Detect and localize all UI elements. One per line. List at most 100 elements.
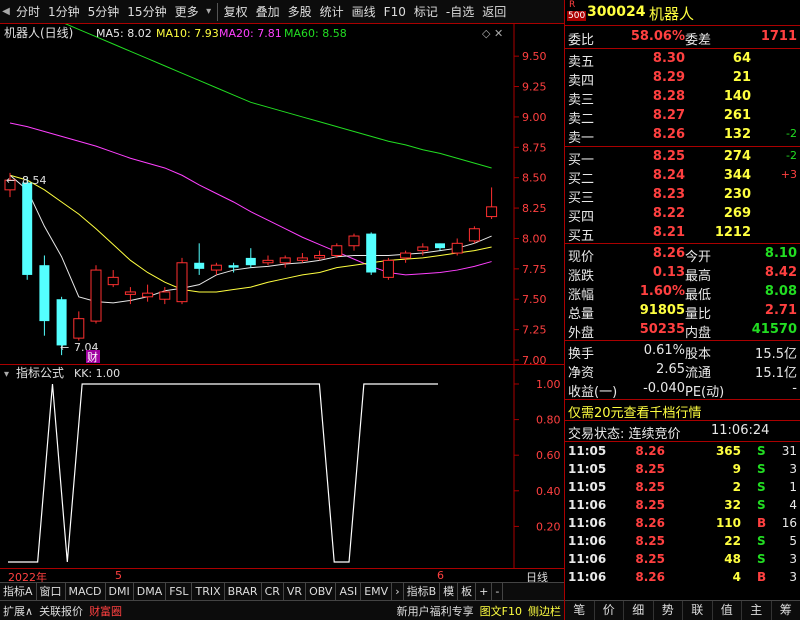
quote-tab-0[interactable]: 笔 bbox=[565, 601, 595, 620]
tab-trix[interactable]: TRIX bbox=[192, 582, 225, 601]
y-tick-label: 8.50 bbox=[522, 172, 547, 185]
more-caret-icon[interactable]: ▾ bbox=[203, 6, 215, 17]
ask-label: 卖五 bbox=[568, 55, 595, 70]
chart-nav-icons[interactable]: ◇ ✕ bbox=[482, 27, 503, 40]
tab-remove[interactable]: - bbox=[492, 582, 504, 601]
bid-row: 买五 8.21 1212 bbox=[565, 224, 800, 244]
tb-5min[interactable]: 5分钟 bbox=[84, 3, 124, 20]
quote-tab-6[interactable]: 主 bbox=[742, 601, 772, 620]
promo-text[interactable]: 仅需20元查看千档行情 bbox=[568, 402, 702, 421]
tb-f10[interactable]: F10 bbox=[380, 5, 410, 19]
ask-volume: 21 bbox=[732, 70, 751, 85]
stat2-value-2: 15.1亿 bbox=[755, 366, 797, 381]
quote-tab-3[interactable]: 势 bbox=[654, 601, 683, 620]
y-tick-label: 9.00 bbox=[522, 111, 547, 124]
weibi-label: 委比 bbox=[568, 33, 595, 48]
tb-fenshi[interactable]: 分时 bbox=[12, 3, 44, 20]
stat2-value: 2.65 bbox=[656, 362, 685, 377]
tb-1min[interactable]: 1分钟 bbox=[44, 3, 84, 20]
tb-zixuan[interactable]: -自选 bbox=[442, 3, 478, 20]
tick-time: 11:06 bbox=[568, 516, 607, 530]
tb-diejia[interactable]: 叠加 bbox=[252, 3, 284, 20]
tab-chuangkou[interactable]: 窗口 bbox=[37, 582, 66, 601]
tick-volume: 110 bbox=[715, 516, 741, 530]
tab-asi[interactable]: ASI bbox=[336, 582, 362, 601]
tab-mo[interactable]: 模 bbox=[440, 582, 459, 601]
tab-zhibiao-a[interactable]: 指标A bbox=[0, 582, 37, 601]
kk-tick-label: 0.20 bbox=[536, 520, 561, 533]
weicha-label: 委差 bbox=[685, 33, 712, 48]
promo-row[interactable]: 仅需20元查看千档行情 bbox=[565, 401, 800, 421]
tb-15min[interactable]: 15分钟 bbox=[123, 3, 170, 20]
y-tick-label: 9.25 bbox=[522, 81, 547, 94]
candle-body bbox=[296, 257, 308, 261]
tb-more[interactable]: 更多 bbox=[171, 3, 203, 20]
tab-ban[interactable]: 板 bbox=[458, 582, 477, 601]
tab-zhibiao-b[interactable]: 指标B bbox=[404, 582, 441, 601]
bid-label: 买五 bbox=[568, 229, 595, 244]
tab-scroll-right-icon[interactable]: › bbox=[392, 582, 404, 601]
stat2-label: 换手 bbox=[568, 347, 595, 362]
stat-value: 1.60% bbox=[639, 284, 685, 299]
kk-indicator-panel[interactable]: ▾ 指标公式 KK: 1.00 1.00 0.80 0.60 0.40 0.20 bbox=[0, 364, 564, 568]
status-row: 交易状态: 连续竞价 11:06:24 bbox=[565, 422, 800, 442]
top-toolbar: ◀ 分时 1分钟 5分钟 15分钟 更多 ▾ 复权 叠加 多股 统计 画线 F1… bbox=[0, 0, 564, 24]
candle-body bbox=[210, 264, 222, 271]
related-quote-button[interactable]: 关联报价 bbox=[36, 603, 86, 619]
stat2-label-2: 流通 bbox=[685, 366, 712, 381]
tab-vr[interactable]: VR bbox=[284, 582, 307, 601]
tb-duogu[interactable]: 多股 bbox=[284, 3, 316, 20]
tab-dmi[interactable]: DMI bbox=[106, 582, 134, 601]
ask-row: 卖一 8.26 132 -2 bbox=[565, 126, 800, 146]
f10-button[interactable]: 图文F10 bbox=[477, 603, 525, 619]
tab-brar[interactable]: BRAR bbox=[225, 582, 262, 601]
candle-body bbox=[382, 259, 394, 278]
quote-tab-7[interactable]: 筹 bbox=[772, 601, 800, 620]
kk-title[interactable]: 指标公式 bbox=[16, 365, 64, 380]
quote-tab-2[interactable]: 细 bbox=[624, 601, 654, 620]
tick-price: 8.26 bbox=[635, 444, 665, 458]
tab-emv[interactable]: EMV bbox=[361, 582, 393, 601]
cai-label: 财 bbox=[87, 350, 98, 364]
nav-left-icon[interactable]: ◀ bbox=[0, 6, 12, 17]
bid-row: 买一 8.25 274 -2 bbox=[565, 148, 800, 168]
tab-obv[interactable]: OBV bbox=[306, 582, 337, 601]
tab-dma[interactable]: DMA bbox=[134, 582, 167, 601]
market-badge-bottom: 500 bbox=[567, 11, 587, 21]
stat2-row: 换手 0.61% 股本 15.5亿 bbox=[565, 342, 800, 362]
candle-body bbox=[176, 262, 188, 303]
kk-collapse-icon[interactable]: ▾ bbox=[4, 369, 9, 380]
tb-fuquan[interactable]: 复权 bbox=[220, 3, 252, 20]
tab-cr[interactable]: CR bbox=[262, 582, 284, 601]
candle bbox=[366, 232, 377, 275]
tb-biaoji[interactable]: 标记 bbox=[410, 3, 442, 20]
ask-row: 卖四 8.29 21 bbox=[565, 69, 800, 89]
new-user-promo-button[interactable]: 新用户福利专享 bbox=[394, 603, 477, 619]
kline-chart[interactable]: 9.50 9.25 9.00 8.75 8.50 8.25 8.00 7.75 7.50 7.25… bbox=[0, 24, 564, 364]
wealth-circle-button[interactable]: 财富圈 bbox=[86, 603, 125, 619]
tb-huaxian[interactable]: 画线 bbox=[348, 3, 380, 20]
tick-volume: 2 bbox=[732, 480, 741, 494]
expand-button[interactable]: 扩展∧ bbox=[0, 603, 36, 619]
tab-macd[interactable]: MACD bbox=[66, 582, 106, 601]
tb-tongji[interactable]: 统计 bbox=[316, 3, 348, 20]
weibi-value: 58.06% bbox=[630, 29, 685, 44]
sidebar-button[interactable]: 侧边栏 bbox=[525, 603, 564, 619]
quote-tab-5[interactable]: 值 bbox=[713, 601, 742, 620]
stat2-row: 净资 2.65 流通 15.1亿 bbox=[565, 361, 800, 381]
high-marker: ← bbox=[6, 174, 15, 187]
candle-body bbox=[107, 276, 119, 286]
y-tick-label: 8.25 bbox=[522, 202, 547, 215]
tab-add[interactable]: + bbox=[476, 582, 493, 601]
quote-tab-1[interactable]: 价 bbox=[595, 601, 624, 620]
tick-row: 11:05 8.25 2 S 1 bbox=[565, 479, 800, 496]
quote-tab-4[interactable]: 联 bbox=[683, 601, 713, 620]
tb-fanhui[interactable]: 返回 bbox=[478, 3, 510, 20]
tick-flag: S bbox=[757, 480, 766, 494]
bid-change: +3 bbox=[780, 168, 797, 181]
tab-fsl[interactable]: FSL bbox=[166, 582, 193, 601]
tick-flag: S bbox=[757, 534, 766, 548]
stat-value-2: 41570 bbox=[751, 322, 797, 337]
tick-count: 3 bbox=[789, 462, 797, 476]
candle-body bbox=[56, 299, 67, 346]
